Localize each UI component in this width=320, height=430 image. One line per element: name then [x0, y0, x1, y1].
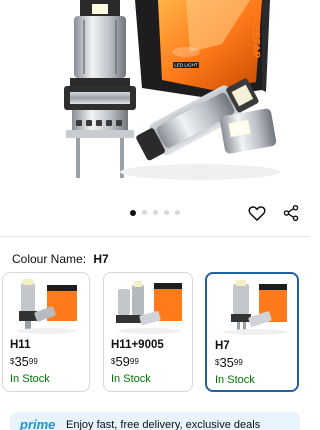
prime-logo: prime	[20, 417, 56, 430]
price-fraction: 99	[129, 357, 139, 366]
variant-thumbnail	[116, 281, 182, 334]
variant-card-h7[interactable]: H7 $3599 In Stock	[205, 272, 299, 392]
product-actions	[246, 202, 302, 224]
product-image[interactable]: LED LIGHT FREEFAP	[0, 0, 310, 195]
variant-selector: H11 $3599 In Stock H11+9005 $5999 In Sto…	[0, 272, 310, 394]
variant-name: H11+9005	[111, 339, 164, 351]
price-whole: 35	[219, 355, 234, 370]
colour-name-row: Colour Name: H7	[12, 252, 109, 266]
box-badge-text: LED LIGHT	[174, 63, 198, 68]
variant-thumbnail	[17, 279, 77, 334]
heart-icon	[248, 206, 266, 221]
product-photo: LED LIGHT FREEFAP	[64, 0, 280, 180]
stock-status: In Stock	[10, 373, 50, 385]
carousel-dot[interactable]	[142, 210, 147, 215]
price-fraction: 99	[233, 358, 243, 367]
carousel-dot[interactable]	[164, 210, 169, 215]
carousel-dot[interactable]	[130, 209, 136, 216]
prime-banner-text: Enjoy fast, free delivery, exclusive dea…	[66, 419, 261, 430]
colour-name-label: Colour Name:	[12, 252, 87, 266]
variant-name: H7	[215, 340, 230, 352]
variant-thumbnail	[223, 280, 287, 335]
share-icon	[283, 204, 299, 222]
variant-price: $5999	[111, 355, 139, 369]
price-fraction: 99	[28, 357, 38, 366]
variant-price: $3599	[215, 356, 243, 370]
share-button[interactable]	[280, 202, 302, 224]
variant-name: H11	[10, 339, 31, 351]
price-whole: 35	[14, 354, 29, 369]
price-whole: 59	[115, 354, 130, 369]
stock-status: In Stock	[215, 374, 255, 386]
carousel-dot[interactable]	[175, 210, 180, 215]
variant-card-h11[interactable]: H11 $3599 In Stock	[2, 272, 90, 392]
variant-price: $3599	[10, 355, 38, 369]
carousel-dot[interactable]	[153, 210, 158, 215]
prime-banner[interactable]: prime Enjoy fast, free delivery, exclusi…	[10, 412, 300, 430]
box-brand-text: FREEFAP	[250, 12, 261, 58]
colour-name-value: H7	[93, 252, 109, 266]
stock-status: In Stock	[111, 373, 151, 385]
section-divider	[0, 236, 310, 237]
wishlist-button[interactable]	[246, 202, 268, 224]
variant-card-h11-9005[interactable]: H11+9005 $5999 In Stock	[103, 272, 193, 392]
